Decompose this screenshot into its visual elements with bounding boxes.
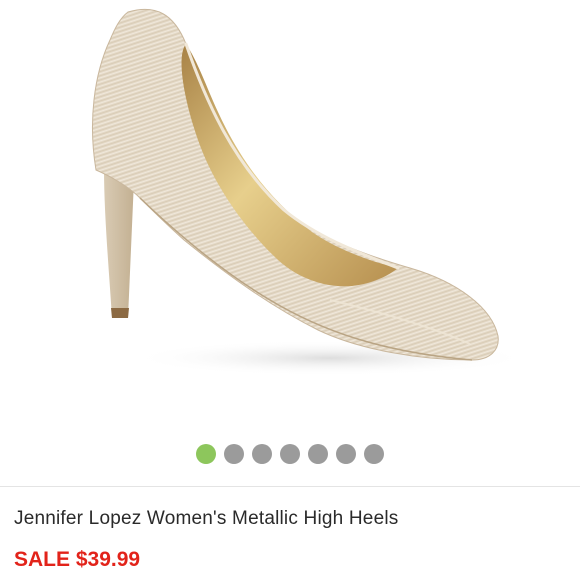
section-divider [0,486,580,487]
product-title: Jennifer Lopez Women's Metallic High Hee… [14,508,399,529]
carousel-dot-2[interactable] [224,444,244,464]
carousel-dot-6[interactable] [336,444,356,464]
sale-price: SALE $39.99 [14,548,141,571]
carousel-dot-3[interactable] [252,444,272,464]
carousel-dot-7[interactable] [364,444,384,464]
product-listing-screen: Jennifer Lopez Women's Metallic High Hee… [0,0,580,580]
carousel-dot-1[interactable] [196,444,216,464]
carousel-dot-5[interactable] [308,444,328,464]
product-photo [92,8,530,376]
carousel-pagination [0,443,580,465]
product-image-carousel[interactable] [0,0,580,430]
carousel-dot-4[interactable] [280,444,300,464]
